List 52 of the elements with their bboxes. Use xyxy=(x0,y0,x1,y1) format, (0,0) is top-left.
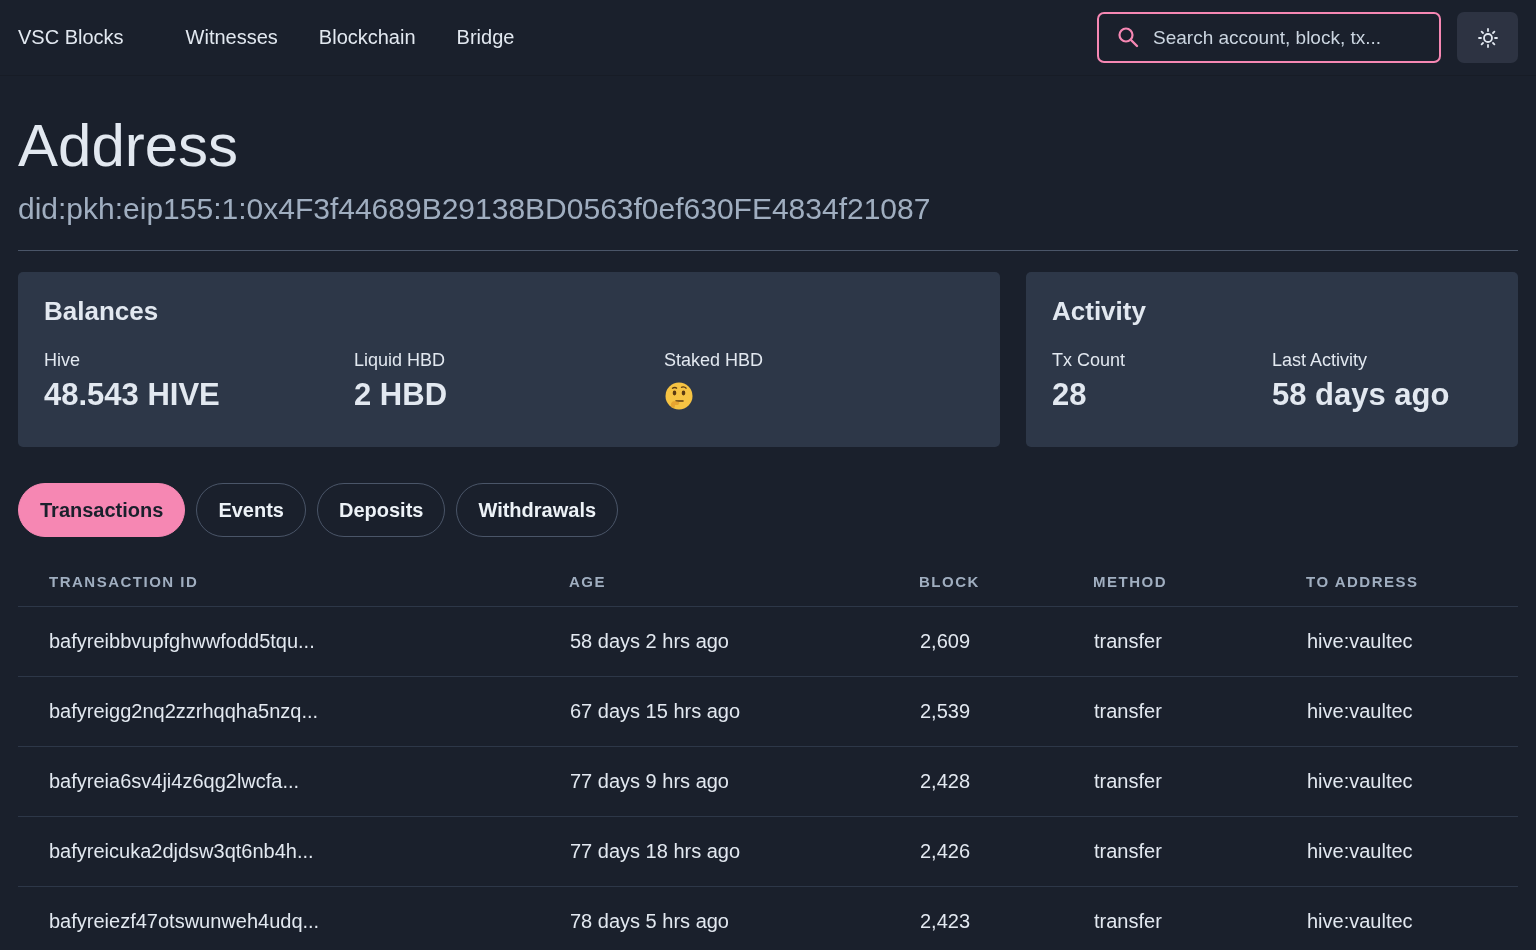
thinking-face-icon xyxy=(664,381,694,411)
transaction-link[interactable]: bafyreiezf47otswunweh4udq... xyxy=(18,886,569,950)
stat-value: 28 xyxy=(1052,377,1087,413)
table-cell: 77 days 9 hrs ago xyxy=(569,746,919,817)
table-cell: hive:vaultec xyxy=(1306,746,1518,817)
stat-value: 2 HBD xyxy=(354,377,447,413)
table-cell: hive:vaultec xyxy=(1306,676,1518,747)
table-cell: transfer xyxy=(1093,676,1306,747)
brand-link[interactable]: VSC Blocks xyxy=(18,26,124,49)
table-cell: 2,539 xyxy=(919,676,1093,747)
tab[interactable]: Transactions xyxy=(18,483,186,537)
transaction-link[interactable]: bafyreibbvupfghwwfodd5tqu... xyxy=(18,606,569,677)
column-header: BLOCK xyxy=(919,557,1093,607)
stat-label: Liquid HBD xyxy=(354,350,446,371)
stat-value: 48.543 HIVE xyxy=(44,377,220,413)
table-cell: hive:vaultec xyxy=(1306,886,1518,950)
nav-link[interactable]: Witnesses xyxy=(185,26,278,49)
address-text: did:pkh:eip155:1:0x4F3f44689B29138BD0563f0ef630FE4834f21087 xyxy=(18,192,932,226)
table-cell: hive:vaultec xyxy=(1306,606,1518,677)
column-header: AGE xyxy=(569,557,919,607)
sun-icon xyxy=(1477,27,1498,48)
column-header: METHOD xyxy=(1093,557,1306,607)
stat-label: Tx Count xyxy=(1052,350,1126,371)
table-cell: hive:vaultec xyxy=(1306,816,1518,887)
table-cell: transfer xyxy=(1093,886,1306,950)
page-title: Address xyxy=(18,111,240,181)
table-cell: 2,423 xyxy=(919,886,1093,950)
stat-label: Staked HBD xyxy=(664,350,764,371)
table-cell: 2,428 xyxy=(919,746,1093,817)
table-cell: 2,426 xyxy=(919,816,1093,887)
nav-link[interactable]: Blockchain xyxy=(318,26,416,49)
column-header: TRANSACTION ID xyxy=(18,557,569,607)
table-cell: 78 days 5 hrs ago xyxy=(569,886,919,950)
table-cell: transfer xyxy=(1093,816,1306,887)
column-header: TO ADDRESS xyxy=(1306,557,1518,607)
card-title: Activity xyxy=(1052,296,1147,327)
table-cell: transfer xyxy=(1093,746,1306,817)
search-field[interactable]: Search account, block, tx... xyxy=(1097,12,1441,63)
theme-toggle-button[interactable] xyxy=(1457,12,1518,63)
transaction-link[interactable]: bafyreicuka2djdsw3qt6nb4h... xyxy=(18,816,569,887)
table-cell: 58 days 2 hrs ago xyxy=(569,606,919,677)
stat-label: Hive xyxy=(44,350,80,371)
stat-value: 58 days ago xyxy=(1272,377,1450,413)
transaction-link[interactable]: bafyreia6sv4ji4z6qg2lwcfa... xyxy=(18,746,569,817)
card-title: Balances xyxy=(44,296,160,327)
table-cell: 2,609 xyxy=(919,606,1093,677)
nav-link[interactable]: Bridge xyxy=(456,26,515,49)
table-cell: transfer xyxy=(1093,606,1306,677)
table-cell: 67 days 15 hrs ago xyxy=(569,676,919,747)
table-cell: 77 days 18 hrs ago xyxy=(569,816,919,887)
transaction-link[interactable]: bafyreigg2nq2zzrhqqha5nzq... xyxy=(18,676,569,747)
stat-label: Last Activity xyxy=(1272,350,1368,371)
